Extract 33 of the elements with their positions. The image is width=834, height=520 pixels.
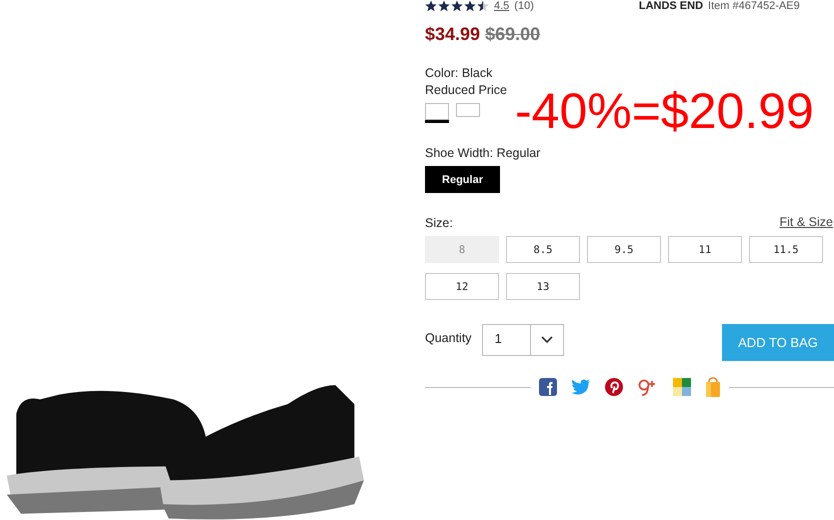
quantity-select[interactable]: 1: [482, 324, 564, 356]
size-option[interactable]: 13: [506, 273, 580, 300]
original-price: $69.00: [485, 24, 540, 45]
size-option[interactable]: 11.5: [749, 236, 823, 263]
star-icon: [464, 0, 476, 12]
color-label: Color: Black: [425, 65, 494, 82]
size-option[interactable]: 9.5: [587, 236, 661, 263]
reduced-price-note: Reduced Price: [425, 82, 508, 99]
size-option[interactable]: 8.5: [506, 236, 580, 263]
tiles-icon[interactable]: [672, 378, 690, 396]
fit-size-link[interactable]: Fit & Size: [780, 215, 833, 232]
review-count: (10): [514, 0, 534, 12]
bird-icon[interactable]: [570, 379, 590, 395]
star-icon: [477, 0, 489, 12]
star-icon: [438, 0, 450, 12]
color-swatch[interactable]: [425, 103, 449, 123]
size-label: Size:: [425, 215, 453, 232]
chevron-down-icon: [540, 336, 553, 344]
sale-price: $34.99: [425, 24, 480, 45]
item-number: Item #467452-AE9: [708, 0, 800, 12]
size-option[interactable]: 12: [425, 273, 499, 300]
star-icon: [451, 0, 463, 12]
quantity-label: Quantity: [425, 330, 472, 347]
facebook-icon[interactable]: [538, 378, 556, 396]
rating-link[interactable]: 4.5: [494, 0, 510, 12]
pin-icon[interactable]: [604, 378, 622, 396]
star-icon: [425, 0, 437, 12]
width-option[interactable]: Regular: [425, 166, 500, 193]
size-option[interactable]: 11: [668, 236, 742, 263]
discount-annotation: -40%=$20.99: [515, 82, 814, 140]
gift-bag-icon[interactable]: [704, 377, 720, 397]
width-label: Shoe Width: Regular: [425, 145, 542, 162]
brand-name: LANDS END: [638, 0, 704, 12]
